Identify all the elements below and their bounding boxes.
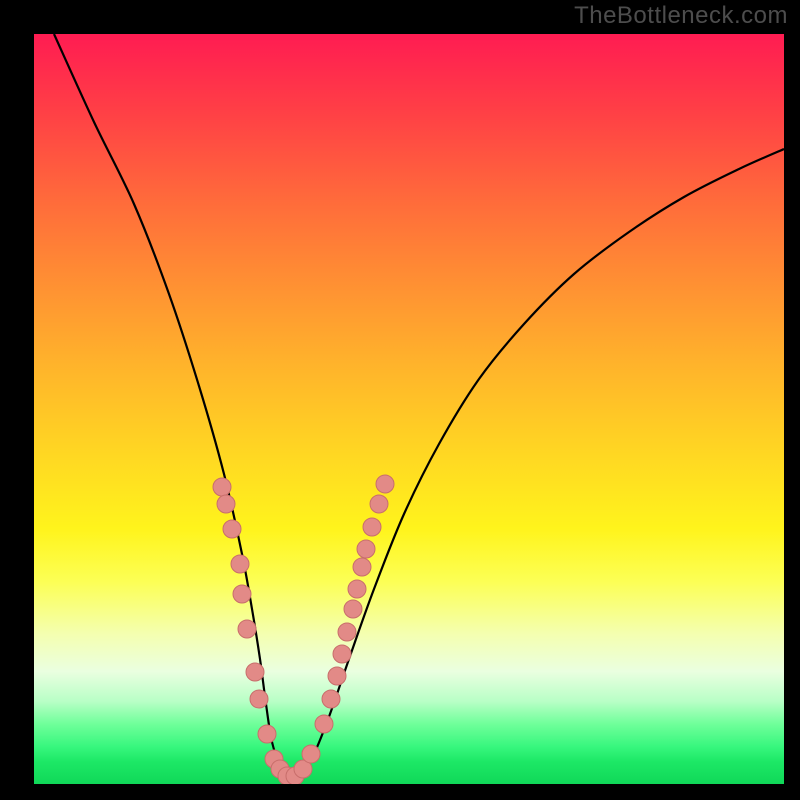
data-marker [233,585,251,603]
data-marker [376,475,394,493]
data-marker [213,478,231,496]
data-marker [328,667,346,685]
data-marker [238,620,256,638]
data-marker [370,495,388,513]
data-marker [302,745,320,763]
data-marker [231,555,249,573]
data-marker [315,715,333,733]
data-marker [333,645,351,663]
data-marker [338,623,356,641]
data-marker [217,495,235,513]
data-marker [344,600,362,618]
watermark-label: TheBottleneck.com [574,2,788,30]
data-marker [353,558,371,576]
plot-area [34,34,784,784]
data-marker [246,663,264,681]
data-marker [363,518,381,536]
data-marker [322,690,340,708]
chart-frame: TheBottleneck.com [0,0,800,800]
data-marker [357,540,375,558]
data-marker [223,520,241,538]
curve-markers [213,475,394,784]
curve-svg [34,34,784,784]
bottleneck-curve [54,34,784,780]
data-marker [348,580,366,598]
data-marker [258,725,276,743]
data-marker [250,690,268,708]
